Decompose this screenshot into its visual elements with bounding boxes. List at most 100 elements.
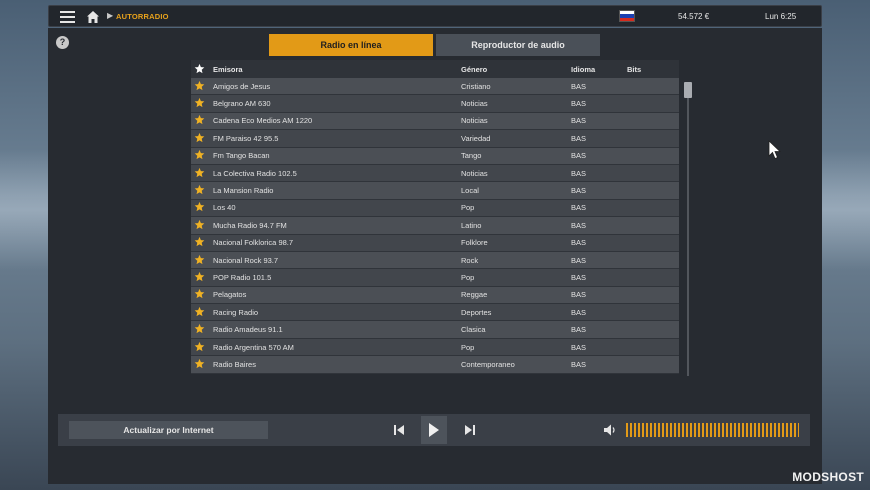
- favorite-star-icon[interactable]: [194, 288, 205, 301]
- station-language: BAS: [571, 307, 587, 317]
- station-language: BAS: [571, 133, 587, 143]
- table-row[interactable]: FM Paraiso 42 95.5 Variedad BAS: [191, 130, 679, 148]
- favorite-star-icon[interactable]: [194, 132, 205, 145]
- favorite-star-icon[interactable]: [194, 80, 205, 93]
- table-row[interactable]: La Colectiva Radio 102.5 Noticias BAS: [191, 164, 679, 183]
- favorite-star-icon[interactable]: [194, 341, 205, 354]
- header-station[interactable]: Emisora: [213, 65, 243, 74]
- station-genre: Variedad: [461, 133, 491, 143]
- favorite-star-icon[interactable]: [194, 358, 205, 371]
- previous-button[interactable]: [388, 420, 410, 440]
- watermark: MODSHOST: [792, 470, 864, 484]
- station-genre: Tango: [461, 151, 482, 161]
- table-row[interactable]: Nacional Rock 93.7 Rock BAS: [191, 251, 679, 270]
- table-row[interactable]: Belgrano AM 630 Noticias BAS: [191, 95, 679, 113]
- top-bar: ▶ AUTORRADIO 54.572 € Lun 6:25: [48, 5, 822, 27]
- table-row[interactable]: Radio Amadeus 91.1 Clasica BAS: [191, 321, 679, 339]
- breadcrumb-arrow-icon: ▶: [107, 11, 114, 20]
- table-row[interactable]: Cadena Eco Medios AM 1220 Noticias BAS: [191, 112, 679, 131]
- tab-audio-player[interactable]: Reproductor de audio: [436, 34, 600, 56]
- table-row[interactable]: Los 40 Pop BAS: [191, 199, 679, 218]
- play-button[interactable]: [421, 416, 447, 444]
- station-name: Pelagatos: [213, 290, 247, 300]
- header-language[interactable]: Idioma: [571, 65, 595, 74]
- breadcrumb: AUTORRADIO: [116, 12, 169, 21]
- station-language: BAS: [571, 99, 587, 109]
- station-language: BAS: [571, 186, 587, 196]
- speaker-icon[interactable]: [603, 423, 617, 437]
- station-name: Amigos de Jesus: [213, 81, 271, 91]
- money-display: 54.572 €: [678, 12, 710, 21]
- table-row[interactable]: Nacional Folklorica 98.7 Folklore BAS: [191, 234, 679, 252]
- station-language: BAS: [571, 220, 587, 230]
- station-genre: Pop: [461, 272, 475, 282]
- station-table: Emisora Género Idioma Bits Amigos de Jes…: [191, 60, 679, 374]
- favorite-star-icon[interactable]: [194, 201, 205, 214]
- favorite-star-icon[interactable]: [194, 219, 205, 232]
- favorite-star-icon[interactable]: [194, 271, 205, 284]
- station-language: BAS: [571, 151, 587, 161]
- table-row[interactable]: Racing Radio Deportes BAS: [191, 304, 679, 322]
- station-genre: Noticias: [461, 99, 488, 109]
- scrollbar-track[interactable]: [687, 86, 689, 376]
- favorite-star-icon[interactable]: [194, 114, 205, 127]
- station-genre: Clasica: [461, 325, 486, 335]
- station-list: Amigos de Jesus Cristiano BAS Belgrano AM 6…: [191, 78, 679, 374]
- flag-icon: [619, 10, 635, 22]
- favorite-star-icon[interactable]: [194, 254, 205, 267]
- station-genre: Cristiano: [461, 81, 491, 91]
- table-row[interactable]: POP Radio 101.5 Pop BAS: [191, 269, 679, 287]
- table-row[interactable]: Fm Tango Bacan Tango BAS: [191, 147, 679, 165]
- favorite-star-icon[interactable]: [194, 97, 205, 110]
- station-name: Racing Radio: [213, 307, 259, 317]
- favorite-star-icon[interactable]: [194, 184, 205, 197]
- table-row[interactable]: Radio Baires Contemporaneo BAS: [191, 356, 679, 374]
- help-icon[interactable]: ?: [56, 36, 69, 49]
- favorite-header-star-icon[interactable]: [194, 63, 205, 76]
- station-name: Los 40: [213, 203, 236, 213]
- home-icon[interactable]: [86, 10, 100, 24]
- station-genre: Pop: [461, 203, 475, 213]
- scrollbar-thumb[interactable]: [684, 82, 692, 98]
- tab-online-radio[interactable]: Radio en línea: [269, 34, 433, 56]
- menu-icon[interactable]: [60, 11, 75, 23]
- update-from-internet-button[interactable]: Actualizar por Internet: [69, 421, 268, 439]
- clock-display: Lun 6:25: [765, 12, 797, 21]
- player-bar: Actualizar por Internet: [58, 414, 810, 446]
- volume-slider[interactable]: [626, 423, 799, 437]
- station-genre: Contemporaneo: [461, 359, 515, 369]
- station-name: Nacional Folklorica 98.7: [213, 238, 294, 248]
- station-genre: Deportes: [461, 307, 492, 317]
- station-language: BAS: [571, 359, 587, 369]
- next-button[interactable]: [459, 420, 481, 440]
- header-bits[interactable]: Bits: [627, 65, 641, 74]
- favorite-star-icon[interactable]: [194, 323, 205, 336]
- table-row[interactable]: Amigos de Jesus Cristiano BAS: [191, 78, 679, 96]
- header-genre[interactable]: Género: [461, 65, 487, 74]
- station-name: Fm Tango Bacan: [213, 151, 270, 161]
- play-icon: [429, 423, 439, 437]
- favorite-star-icon[interactable]: [194, 149, 205, 162]
- station-language: BAS: [571, 290, 587, 300]
- station-name: Cadena Eco Medios AM 1220: [213, 116, 313, 126]
- station-language: BAS: [571, 168, 587, 178]
- skip-next-icon: [465, 425, 475, 435]
- station-name: La Colectiva Radio 102.5: [213, 168, 297, 178]
- favorite-star-icon[interactable]: [194, 306, 205, 319]
- table-row[interactable]: La Mansion Radio Local BAS: [191, 182, 679, 200]
- table-row[interactable]: Pelagatos Reggae BAS: [191, 286, 679, 305]
- station-genre: Noticias: [461, 116, 488, 126]
- station-language: BAS: [571, 255, 587, 265]
- favorite-star-icon[interactable]: [194, 236, 205, 249]
- station-genre: Noticias: [461, 168, 488, 178]
- station-name: Radio Baires: [213, 359, 256, 369]
- table-row[interactable]: Radio Argentina 570 AM Pop BAS: [191, 338, 679, 357]
- table-row[interactable]: Mucha Radio 94.7 FM Latino BAS: [191, 217, 679, 235]
- station-genre: Local: [461, 186, 479, 196]
- station-language: BAS: [571, 272, 587, 282]
- station-genre: Pop: [461, 342, 475, 352]
- station-name: Radio Amadeus 91.1: [213, 325, 283, 335]
- station-genre: Folklore: [461, 238, 488, 248]
- favorite-star-icon[interactable]: [194, 167, 205, 180]
- station-name: Mucha Radio 94.7 FM: [213, 220, 287, 230]
